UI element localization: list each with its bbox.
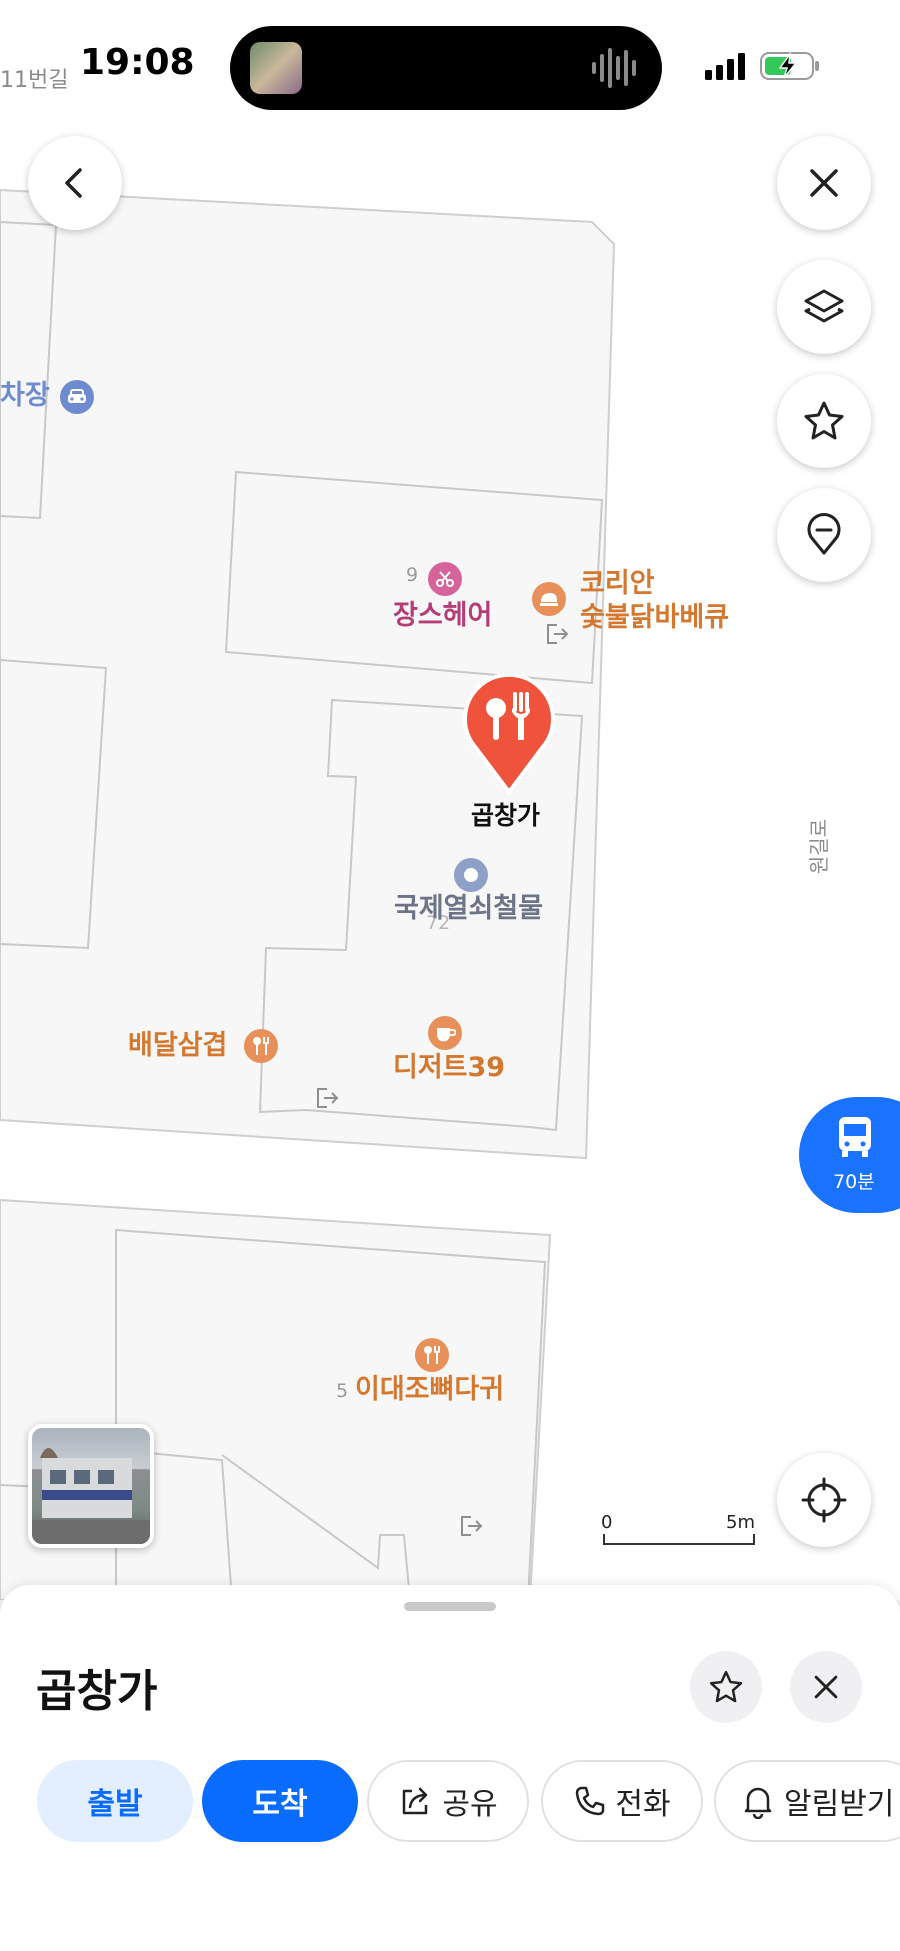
layers-icon bbox=[804, 289, 844, 323]
poi-dessert-label[interactable]: 디저트39 bbox=[393, 1052, 505, 1083]
share-icon bbox=[403, 1787, 428, 1815]
map-buildings bbox=[0, 188, 616, 1600]
share-button[interactable]: 공유 bbox=[367, 1760, 529, 1842]
road-label: 원길로 bbox=[807, 818, 832, 875]
poi-bone-soup-number: 5 bbox=[336, 1380, 349, 1402]
audio-waveform-icon bbox=[592, 48, 636, 88]
chicken-icon[interactable] bbox=[532, 582, 566, 616]
close-map-button[interactable] bbox=[777, 136, 871, 230]
bell-plus-icon bbox=[744, 1787, 772, 1819]
entrance-icon bbox=[461, 1516, 483, 1536]
street-photo-icon bbox=[32, 1448, 150, 1544]
street-fragment: 11번길 bbox=[0, 68, 69, 93]
crosshair-icon bbox=[801, 1477, 847, 1523]
close-sheet-button[interactable] bbox=[790, 1651, 862, 1723]
sheet-drag-handle[interactable] bbox=[404, 1602, 496, 1611]
poi-hair-number: 9 bbox=[406, 564, 419, 586]
status-bar: 11번길 19:08 bbox=[0, 0, 900, 130]
signal-icon bbox=[705, 53, 745, 80]
restaurant-icon[interactable] bbox=[415, 1338, 449, 1372]
transit-time: 70분 bbox=[833, 1171, 875, 1193]
scale-end-label: 5m bbox=[726, 1512, 755, 1533]
scissors-icon[interactable] bbox=[428, 562, 462, 596]
store-icon[interactable] bbox=[454, 858, 488, 892]
layers-button[interactable] bbox=[777, 260, 871, 354]
location-pin-button[interactable] bbox=[777, 488, 871, 582]
entrance-icon bbox=[547, 624, 569, 644]
scale-bar bbox=[603, 1534, 755, 1545]
poi-korean-bbq-label-1[interactable]: 코리안 bbox=[580, 568, 655, 599]
now-playing-artwork bbox=[250, 42, 302, 94]
notify-button[interactable]: 알림받기 bbox=[714, 1760, 900, 1842]
save-place-button[interactable] bbox=[690, 1651, 762, 1723]
favorite-map-button[interactable] bbox=[777, 374, 871, 468]
poi-korean-bbq-label-2[interactable]: 숯불닭바베큐 bbox=[580, 602, 729, 633]
parking-icon[interactable] bbox=[60, 380, 94, 414]
notify-label: 알림받기 bbox=[784, 1787, 895, 1822]
bus-icon bbox=[839, 1117, 871, 1157]
poi-parking-label[interactable]: 차장 bbox=[0, 380, 50, 411]
restaurant-icon[interactable] bbox=[244, 1029, 278, 1063]
selected-place-label[interactable]: 곱창가 bbox=[471, 801, 540, 831]
chevron-left-icon bbox=[65, 168, 82, 198]
selected-place-pin[interactable] bbox=[462, 670, 556, 798]
poi-hardware-label[interactable]: 국제열쇠철물 bbox=[394, 893, 543, 924]
share-label: 공유 bbox=[442, 1787, 498, 1822]
poi-samgyeop-label[interactable]: 배달삼겹 bbox=[128, 1030, 227, 1061]
my-location-button[interactable] bbox=[777, 1453, 871, 1547]
status-time: 19:08 bbox=[80, 42, 195, 83]
arrive-button[interactable]: 도착 bbox=[202, 1760, 358, 1842]
place-bottom-sheet[interactable]: 곱창가 출발 도착 공유 전화 알림받기 bbox=[0, 1585, 900, 1951]
cafe-icon[interactable] bbox=[428, 1016, 462, 1050]
close-icon bbox=[814, 1675, 838, 1699]
close-icon bbox=[810, 169, 838, 197]
depart-button[interactable]: 출발 bbox=[37, 1760, 193, 1842]
poi-hair-label[interactable]: 장스헤어 bbox=[393, 600, 492, 631]
street-view-thumbnail[interactable] bbox=[28, 1424, 154, 1548]
pin-icon bbox=[807, 513, 841, 555]
dynamic-island[interactable] bbox=[230, 26, 662, 110]
battery-charging-icon bbox=[760, 51, 819, 80]
map-view[interactable]: 차장 9 장스헤어 코리안 숯불닭바베큐 곱창가 72 국제열쇠철물 배달삼겹 bbox=[0, 0, 900, 1600]
phone-icon bbox=[576, 1786, 605, 1816]
star-icon bbox=[804, 401, 844, 440]
place-title: 곱창가 bbox=[36, 1666, 158, 1717]
poi-bone-soup-label[interactable]: 이대조뼈다귀 bbox=[355, 1374, 504, 1405]
call-label: 전화 bbox=[615, 1787, 671, 1822]
entrance-icon bbox=[317, 1088, 339, 1108]
scale-start-label: 0 bbox=[601, 1512, 613, 1533]
back-button[interactable] bbox=[28, 136, 122, 230]
star-icon bbox=[709, 1670, 743, 1703]
call-button[interactable]: 전화 bbox=[541, 1760, 703, 1842]
